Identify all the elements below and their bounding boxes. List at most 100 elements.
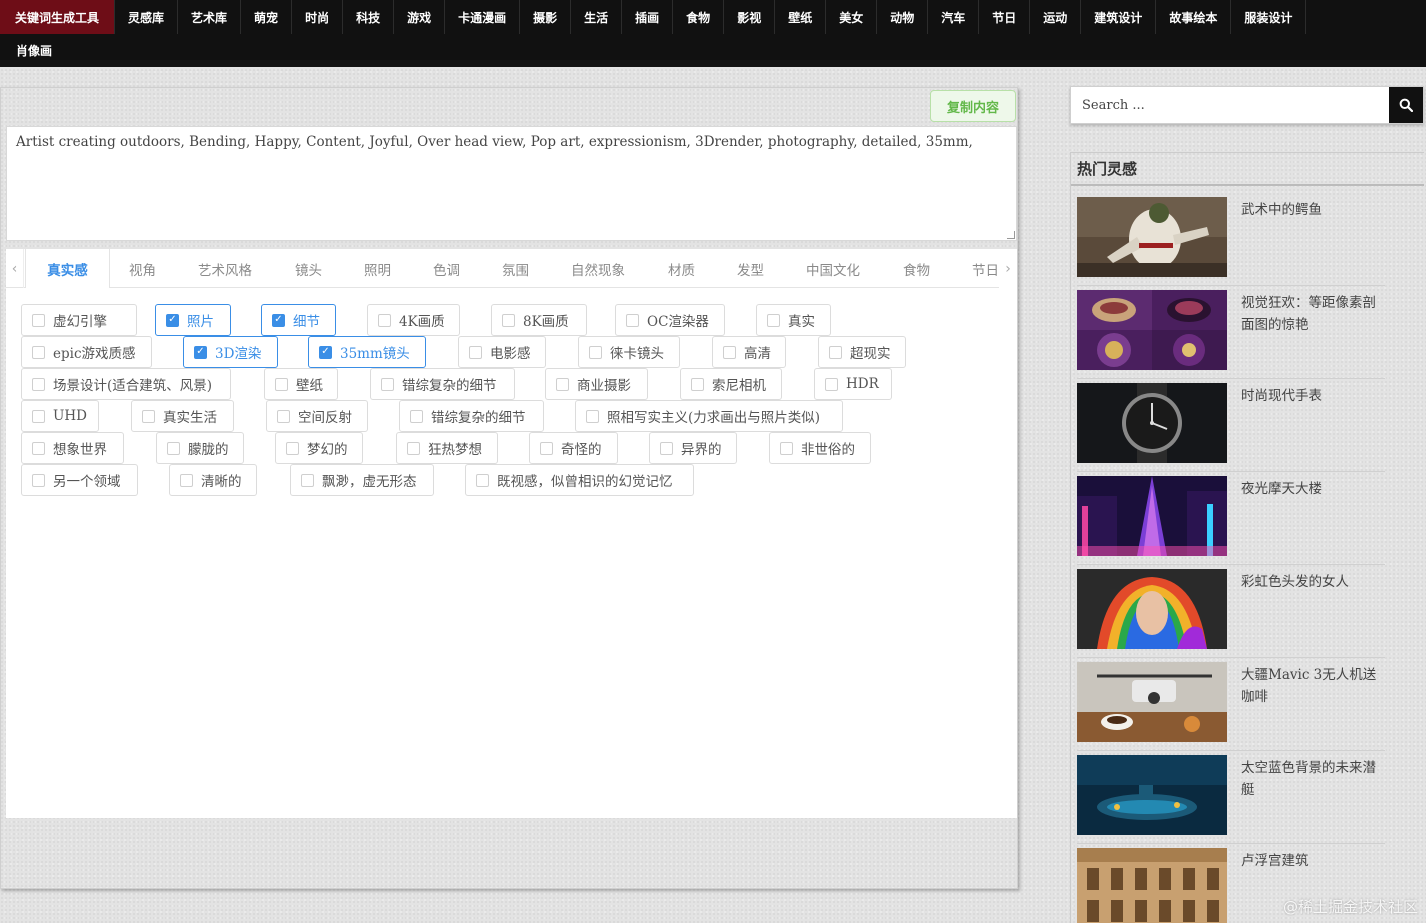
tab-lighting[interactable]: 照明 (364, 249, 391, 288)
option-checkbox[interactable]: 想象世界 (21, 432, 124, 464)
nav-item-inspiration[interactable]: 灵感库 (115, 0, 179, 34)
checkbox-icon[interactable] (476, 473, 489, 487)
checkbox-icon[interactable] (286, 441, 299, 455)
post-title[interactable]: 卢浮宫建筑 (1241, 850, 1387, 872)
prompt-textarea[interactable]: Artist creating outdoors, Bending, Happy… (6, 126, 1017, 241)
resize-handle[interactable] (1007, 231, 1015, 239)
option-checkbox[interactable]: ✓ 照片 (155, 304, 231, 336)
nav-item-cars[interactable]: 汽车 (928, 0, 980, 34)
checkbox-icon[interactable] (586, 409, 599, 423)
post-item[interactable]: 视觉狂欢：等距像素剖面图的惊艳 (1077, 290, 1385, 371)
option-checkbox[interactable]: 奇怪的 (529, 432, 618, 464)
checkbox-icon[interactable] (378, 313, 391, 327)
checkbox-icon[interactable] (469, 345, 482, 359)
tab-realism[interactable]: 真实感 (25, 249, 110, 288)
checkbox-icon[interactable] (556, 377, 569, 391)
post-item[interactable]: 武术中的鳄鱼 (1077, 197, 1385, 278)
post-title[interactable]: 夜光摩天大楼 (1241, 478, 1387, 500)
copy-content-button[interactable]: 复制内容 (930, 90, 1016, 122)
option-checkbox[interactable]: 电影感 (458, 336, 546, 368)
tab-art-style[interactable]: 艺术风格 (198, 249, 252, 288)
nav-item-photography[interactable]: 摄影 (520, 0, 572, 34)
checkbox-icon[interactable] (381, 377, 394, 391)
checkbox-icon[interactable] (32, 313, 45, 327)
nav-item-food[interactable]: 食物 (673, 0, 725, 34)
checkbox-icon[interactable] (407, 441, 420, 455)
nav-item-film[interactable]: 影视 (724, 0, 776, 34)
checkbox-icon[interactable] (410, 409, 423, 423)
option-checkbox[interactable]: 壁纸 (264, 368, 338, 400)
option-checkbox[interactable]: 飘渺，虚无形态 (290, 464, 434, 496)
search-button[interactable] (1389, 87, 1423, 123)
nav-item-beauty[interactable]: 美女 (826, 0, 878, 34)
nav-item-keyword-tool[interactable]: 关键词生成工具 (0, 0, 116, 34)
search-input[interactable] (1071, 87, 1391, 123)
option-checkbox[interactable]: 照相写实主义(力求画出与照片类似) (575, 400, 843, 432)
option-checkbox[interactable]: 徕卡镜头 (578, 336, 680, 368)
option-checkbox[interactable]: OC渲染器 (615, 304, 725, 336)
post-title[interactable]: 武术中的鳄鱼 (1241, 199, 1387, 221)
option-checkbox[interactable]: ✓ 细节 (261, 304, 336, 336)
checkbox-icon[interactable] (502, 313, 515, 327)
option-checkbox[interactable]: epic游戏质感 (21, 336, 152, 368)
tab-perspective[interactable]: 视角 (129, 249, 156, 288)
nav-item-tech[interactable]: 科技 (343, 0, 395, 34)
option-checkbox[interactable]: 空间反射 (266, 400, 368, 432)
isometric-pixel-cutaway-image[interactable] (1077, 290, 1227, 370)
checkbox-icon[interactable] (767, 313, 780, 327)
option-checkbox[interactable]: 非世俗的 (769, 432, 871, 464)
nav-item-art[interactable]: 艺术库 (178, 0, 242, 34)
post-title[interactable]: 视觉狂欢：等距像素剖面图的惊艳 (1241, 292, 1387, 336)
option-checkbox[interactable]: 场景设计(适合建筑、风景) (21, 368, 231, 400)
post-title[interactable]: 时尚现代手表 (1241, 385, 1387, 407)
checkbox-checked-icon[interactable]: ✓ (166, 313, 179, 327)
checkbox-icon[interactable] (660, 441, 673, 455)
option-checkbox[interactable]: 梦幻的 (275, 432, 363, 464)
tab-material[interactable]: 材质 (668, 249, 695, 288)
checkbox-icon[interactable] (180, 473, 193, 487)
nav-item-cartoon[interactable]: 卡通漫画 (445, 0, 521, 34)
option-checkbox[interactable]: 错综复杂的细节 (370, 368, 515, 400)
checkbox-icon[interactable] (691, 377, 704, 391)
checkbox-checked-icon[interactable]: ✓ (194, 345, 207, 359)
louvre-building-image[interactable] (1077, 848, 1227, 923)
nav-item-pets[interactable]: 萌宠 (241, 0, 293, 34)
option-checkbox[interactable]: 异界的 (649, 432, 737, 464)
nav-item-holidays[interactable]: 节日 (979, 0, 1031, 34)
option-checkbox[interactable]: UHD (21, 400, 99, 432)
option-checkbox[interactable]: ✓ 3D渲染 (183, 336, 278, 368)
nav-item-games[interactable]: 游戏 (394, 0, 446, 34)
modern-watch-image[interactable] (1077, 383, 1227, 463)
tabs-scroll-left-icon[interactable]: ‹ (6, 249, 24, 288)
checkbox-icon[interactable] (32, 377, 45, 391)
checkbox-checked-icon[interactable]: ✓ (272, 313, 285, 327)
option-checkbox[interactable]: HDR (814, 368, 892, 400)
nav-item-sports[interactable]: 运动 (1030, 0, 1082, 34)
rainbow-hair-woman-image[interactable] (1077, 569, 1227, 649)
checkbox-icon[interactable] (32, 409, 45, 423)
tab-lens[interactable]: 镜头 (295, 249, 322, 288)
checkbox-icon[interactable] (32, 345, 45, 359)
checkbox-icon[interactable] (32, 441, 45, 455)
post-item[interactable]: 太空蓝色背景的未来潜艇 (1077, 755, 1385, 836)
checkbox-icon[interactable] (275, 377, 288, 391)
option-checkbox[interactable]: 朦胧的 (156, 432, 244, 464)
option-checkbox[interactable]: 另一个领域 (21, 464, 138, 496)
post-item[interactable]: 夜光摩天大楼 (1077, 476, 1385, 557)
post-item[interactable]: 时尚现代手表 (1077, 383, 1385, 464)
nav-item-life[interactable]: 生活 (571, 0, 623, 34)
option-checkbox[interactable]: 高清 (712, 336, 786, 368)
future-submarine-image[interactable] (1077, 755, 1227, 835)
option-checkbox[interactable]: 错综复杂的细节 (399, 400, 544, 432)
tab-holidays[interactable]: 节日 (972, 249, 1002, 288)
tab-hairstyle[interactable]: 发型 (737, 249, 764, 288)
post-title[interactable]: 大疆Mavic 3无人机送咖啡 (1241, 664, 1387, 708)
nav-item-clothing-design[interactable]: 服装设计 (1231, 0, 1307, 34)
tab-food[interactable]: 食物 (903, 249, 930, 288)
tabs-scroll-right-icon[interactable]: › (999, 249, 1017, 288)
checkbox-icon[interactable] (829, 345, 842, 359)
option-checkbox[interactable]: 8K画质 (491, 304, 587, 336)
option-checkbox[interactable]: 索尼相机 (680, 368, 782, 400)
checkbox-icon[interactable] (540, 441, 553, 455)
nav-item-fashion[interactable]: 时尚 (292, 0, 344, 34)
